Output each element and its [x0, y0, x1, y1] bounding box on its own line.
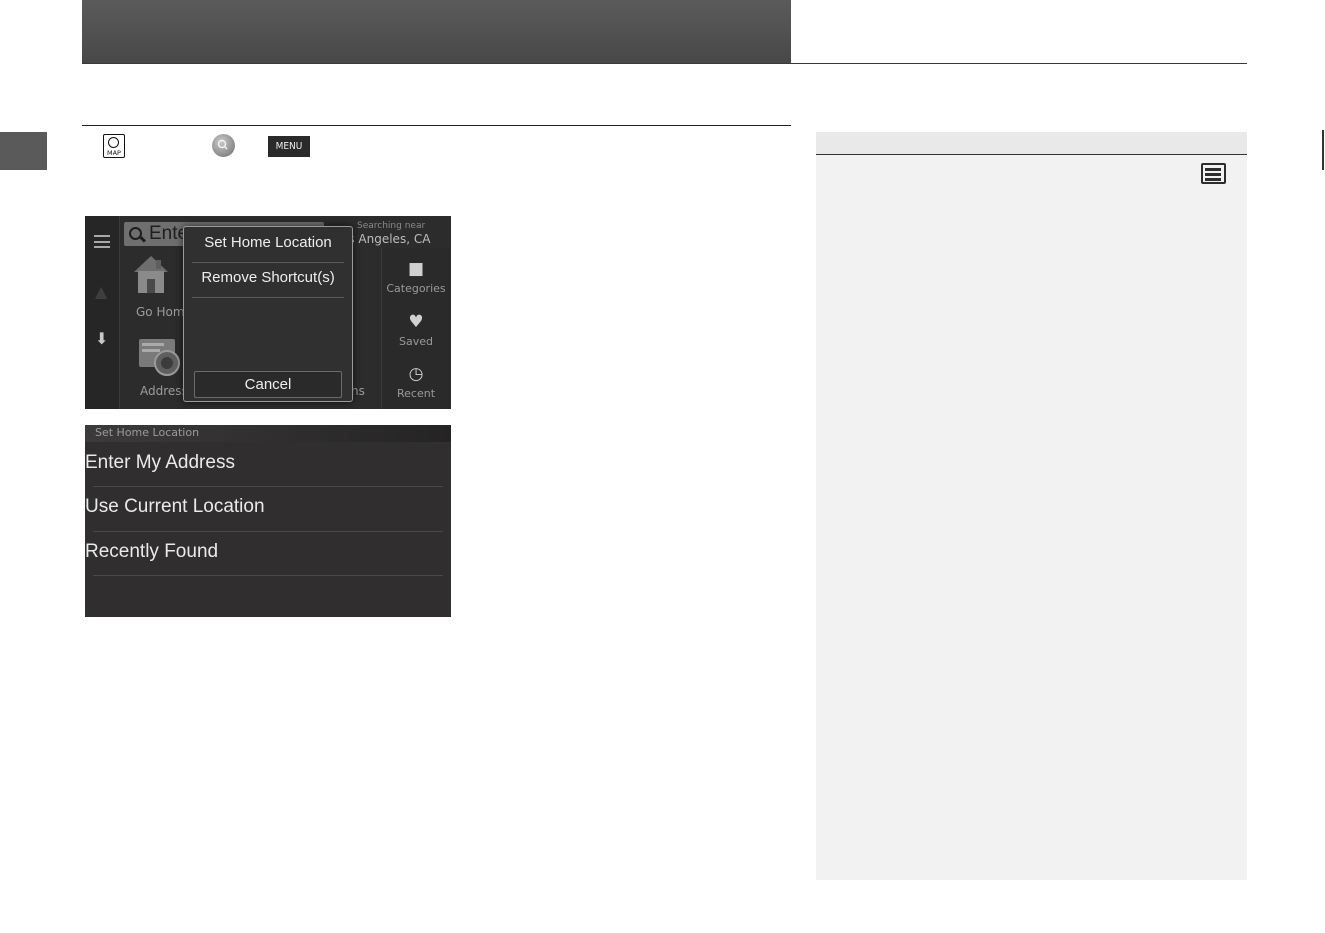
- rail-recent[interactable]: ◷ Recent: [381, 365, 451, 400]
- divider: [192, 262, 344, 263]
- magnifier-icon: [129, 227, 142, 240]
- set-home-location-option[interactable]: Set Home Location: [184, 234, 352, 251]
- note-panel-rule: [816, 154, 1247, 155]
- heart-icon: ♥: [408, 312, 424, 332]
- note-panel-header: [816, 132, 1247, 154]
- scroll-up-icon[interactable]: ▲: [95, 282, 107, 301]
- use-current-location-option[interactable]: Use Current Location: [85, 496, 265, 518]
- rail-label: Categories: [386, 282, 446, 295]
- address-book-icon[interactable]: [137, 333, 183, 379]
- map-button-icon: MAP: [103, 134, 125, 158]
- scroll-down-icon[interactable]: ⬇: [95, 329, 108, 348]
- screen-title: Set Home Location: [95, 426, 200, 439]
- remove-shortcuts-option[interactable]: Remove Shortcut(s): [184, 269, 352, 286]
- shortcut-label: Go Hom: [136, 305, 185, 319]
- divider: [93, 486, 443, 487]
- header-rule: [82, 63, 1247, 64]
- steps-divider: [82, 125, 791, 126]
- divider: [93, 531, 443, 532]
- chapter-tab: [0, 132, 47, 170]
- divider: [93, 575, 443, 576]
- clock-icon: ◷: [408, 364, 424, 384]
- shortcut-label: Address: [140, 384, 188, 398]
- shortcut-options-popup: Set Home Location Remove Shortcut(s) Can…: [183, 226, 353, 402]
- page-edge-mark: [1322, 130, 1324, 170]
- searching-near-city[interactable]: os Angeles, CA: [341, 232, 430, 246]
- note-panel: [816, 132, 1247, 880]
- rail-label: Recent: [396, 387, 436, 400]
- map-icon-label: MAP: [107, 149, 121, 157]
- recently-found-option[interactable]: Recently Found: [85, 541, 218, 563]
- set-home-location-screen: Set Home Location Enter My Address Use C…: [85, 425, 451, 617]
- speech-bubble-icon: ■: [407, 259, 425, 279]
- house-icon[interactable]: [128, 252, 174, 296]
- searching-near-label: Searching near: [357, 221, 426, 231]
- menu-button-icon: MENU: [268, 136, 310, 157]
- where-to-screen: ▲ ⬇ Ente Searching near os Angeles, CA G…: [85, 216, 451, 409]
- divider: [192, 297, 344, 298]
- cancel-button[interactable]: Cancel: [194, 371, 342, 398]
- shortcut-label: ns: [351, 384, 365, 398]
- rail-label: Saved: [399, 335, 433, 348]
- header-band: [82, 0, 791, 63]
- rail-saved[interactable]: ♥ Saved: [381, 313, 451, 348]
- rail-categories[interactable]: ■ Categories: [381, 260, 451, 295]
- enter-my-address-option[interactable]: Enter My Address: [85, 452, 235, 474]
- menu-icon[interactable]: [94, 235, 110, 248]
- search-icon: [212, 134, 235, 157]
- note-icon: [1201, 163, 1226, 184]
